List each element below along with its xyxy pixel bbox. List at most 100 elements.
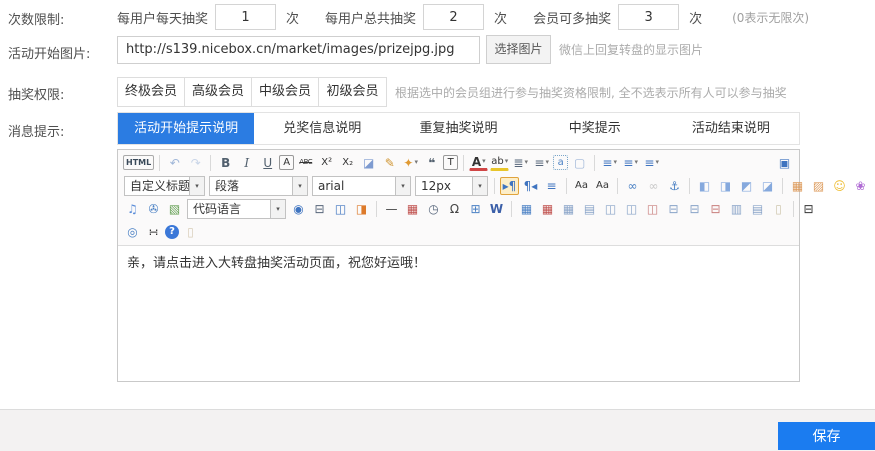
- member-group-button[interactable]: 高级会员: [185, 78, 252, 106]
- image-center-icon[interactable]: ◨: [716, 177, 735, 195]
- insert-row-above-icon[interactable]: ⊟: [664, 200, 683, 218]
- insert-code-icon[interactable]: ◉: [289, 200, 308, 218]
- permission-label: 抽奖权限:: [8, 84, 64, 103]
- paste-plain-icon[interactable]: T: [443, 155, 458, 170]
- image-right-icon[interactable]: ◩: [737, 177, 756, 195]
- font-size-select[interactable]: 12px▾: [415, 176, 488, 196]
- form-icon[interactable]: ⊞: [466, 200, 485, 218]
- help-icon[interactable]: ?: [165, 225, 179, 239]
- member-group-button[interactable]: 终极会员: [118, 78, 185, 106]
- merge-cells-icon[interactable]: ▥: [727, 200, 746, 218]
- fullscreen-icon[interactable]: ▣: [775, 154, 794, 172]
- limit-count-input[interactable]: [618, 4, 679, 30]
- limit-unit: 次: [689, 8, 702, 27]
- auto-typeset-icon[interactable]: ✦▾: [401, 154, 420, 172]
- find-icon[interactable]: ∺: [144, 223, 163, 241]
- emoticon-icon[interactable]: ☺: [830, 177, 849, 195]
- message-tab[interactable]: 中奖提示: [527, 113, 663, 144]
- member-group-button[interactable]: 中级会员: [252, 78, 319, 106]
- uppercase-icon[interactable]: Aa: [572, 177, 591, 195]
- columns-icon[interactable]: ◫: [331, 200, 350, 218]
- insert-table-icon[interactable]: ▦: [517, 200, 536, 218]
- preview-icon[interactable]: ◎: [123, 223, 142, 241]
- limit-count-input[interactable]: [423, 4, 484, 30]
- link-icon[interactable]: ∞: [623, 177, 642, 195]
- image-block-icon[interactable]: ◪: [758, 177, 777, 195]
- insert-col-right-icon[interactable]: ◫: [622, 200, 641, 218]
- paragraph-spacing-icon[interactable]: ≡▾: [600, 154, 619, 172]
- rtl-icon[interactable]: ¶◂: [521, 177, 540, 195]
- ltr-icon[interactable]: ▸¶: [500, 177, 519, 195]
- unlink-icon[interactable]: ∞: [644, 177, 663, 195]
- insert-col-left-icon[interactable]: ◫: [601, 200, 620, 218]
- clock-icon[interactable]: ◷: [424, 200, 443, 218]
- hr-icon[interactable]: —: [382, 200, 401, 218]
- save-button[interactable]: 保存: [778, 422, 875, 450]
- indent-icon[interactable]: ≡: [542, 177, 561, 195]
- bold-icon[interactable]: B: [216, 154, 235, 172]
- multi-image-icon[interactable]: ▨: [809, 177, 828, 195]
- message-tab[interactable]: 兑奖信息说明: [254, 113, 390, 144]
- line-height-icon[interactable]: ≡▾: [642, 154, 661, 172]
- redo-icon[interactable]: ↷: [186, 154, 205, 172]
- attachment-icon[interactable]: ✇: [144, 200, 163, 218]
- calendar-icon[interactable]: ▦: [403, 200, 422, 218]
- limit-unit: 次: [286, 8, 299, 27]
- unordered-list-icon[interactable]: ≡▾: [532, 154, 551, 172]
- permission-fields: 终极会员高级会员中级会员初级会员 根据选中的会员组进行参与抽奖资格限制, 全不选…: [117, 77, 787, 107]
- html-source-icon[interactable]: HTML: [123, 155, 154, 170]
- delete-row-icon[interactable]: ⊟: [706, 200, 725, 218]
- anchor-icon[interactable]: ⚓: [665, 177, 684, 195]
- message-tab[interactable]: 重复抽奖说明: [390, 113, 526, 144]
- toolbar-separator: [463, 155, 464, 171]
- font-attr-icon[interactable]: A: [279, 155, 294, 170]
- split-cells-icon[interactable]: ▤: [748, 200, 767, 218]
- underline-icon[interactable]: U: [258, 154, 277, 172]
- new-document-icon[interactable]: ▢: [570, 154, 589, 172]
- ordered-list-icon[interactable]: ≣▾: [511, 154, 530, 172]
- strikethrough-icon[interactable]: ABC: [296, 154, 315, 172]
- text-align-icon[interactable]: ≡▾: [621, 154, 640, 172]
- cell-props-icon[interactable]: ▤: [580, 200, 599, 218]
- message-tab-active[interactable]: 活动开始提示说明: [118, 113, 254, 144]
- message-tab[interactable]: 活动结束说明: [663, 113, 799, 144]
- toolbar-row: ◎∺?▯: [120, 220, 797, 243]
- editor-content[interactable]: 亲，请点击进入大转盘抽奖活动页面，祝您好运哦！: [118, 246, 799, 381]
- paste-icon[interactable]: ▯: [181, 223, 200, 241]
- music-icon[interactable]: ♫: [123, 200, 142, 218]
- format-brush-icon[interactable]: ✎: [380, 154, 399, 172]
- italic-icon[interactable]: I: [237, 154, 256, 172]
- insert-row-below-icon[interactable]: ⊟: [685, 200, 704, 218]
- blockquote-icon[interactable]: ❝: [422, 154, 441, 172]
- paragraph-select[interactable]: 段落▾: [209, 176, 308, 196]
- app-icon[interactable]: ◨: [352, 200, 371, 218]
- editor-toolbar: HTML↶↷BIUAABCX²X₂◪✎✦▾❝TA▾ab▾≣▾≡▾a▢≡▾≡▾≡▾…: [118, 150, 799, 246]
- highlight-color-icon[interactable]: ab▾: [490, 155, 509, 171]
- lowercase-icon[interactable]: Aa: [593, 177, 612, 195]
- word-import-icon[interactable]: W: [487, 200, 506, 218]
- page-break-icon[interactable]: ⊟: [310, 200, 329, 218]
- map-icon[interactable]: ▧: [165, 200, 184, 218]
- template-icon[interactable]: ▯: [769, 200, 788, 218]
- remove-format-icon[interactable]: ◪: [359, 154, 378, 172]
- code-language-select[interactable]: 代码语言▾: [187, 199, 286, 219]
- member-group-button[interactable]: 初级会员: [319, 78, 386, 106]
- special-char-icon[interactable]: Ω: [445, 200, 464, 218]
- image-icon[interactable]: ▦: [788, 177, 807, 195]
- image-url-input[interactable]: [117, 36, 480, 64]
- delete-table-icon[interactable]: ▦: [538, 200, 557, 218]
- choose-image-button[interactable]: 选择图片: [486, 35, 551, 64]
- font-family-select[interactable]: arial▾: [312, 176, 411, 196]
- heading-select[interactable]: 自定义标题▾: [124, 176, 205, 196]
- delete-col-icon[interactable]: ◫: [643, 200, 662, 218]
- subscript-icon[interactable]: X₂: [338, 154, 357, 172]
- limit-count-input[interactable]: [215, 4, 276, 30]
- undo-icon[interactable]: ↶: [165, 154, 184, 172]
- print-icon[interactable]: ⊟: [799, 200, 818, 218]
- anchor-name-icon[interactable]: a: [553, 155, 568, 170]
- table-props-icon[interactable]: ▦: [559, 200, 578, 218]
- superscript-icon[interactable]: X²: [317, 154, 336, 172]
- flash-icon[interactable]: ❀: [851, 177, 870, 195]
- image-left-icon[interactable]: ◧: [695, 177, 714, 195]
- text-color-icon[interactable]: A▾: [469, 155, 488, 171]
